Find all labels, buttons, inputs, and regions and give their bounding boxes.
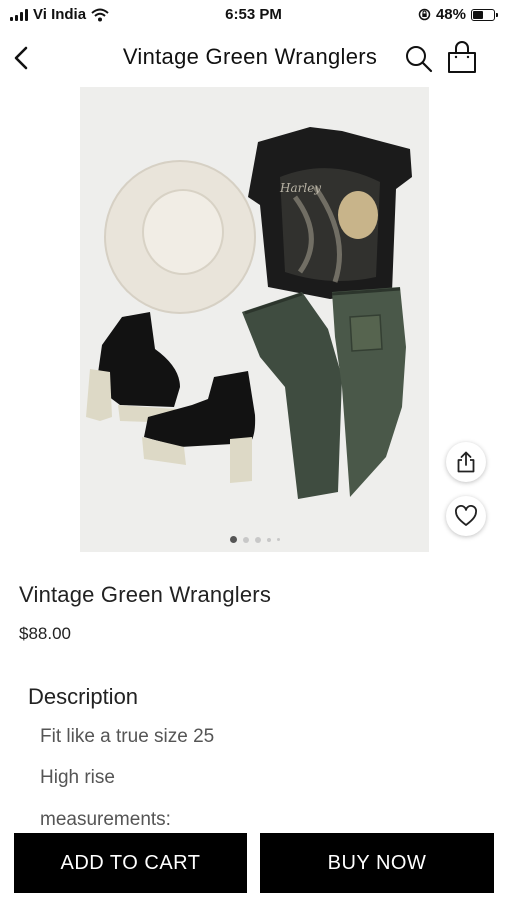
product-name: Vintage Green Wranglers [19, 582, 272, 607]
share-icon [457, 451, 475, 473]
app-header: Vintage Green Wranglers [0, 34, 507, 84]
battery-icon [471, 8, 498, 21]
add-to-cart-button[interactable]: ADD TO CART [14, 833, 247, 893]
buy-now-button[interactable]: BUY NOW [260, 833, 494, 893]
status-bar: Vi India 6:53 PM 48% [0, 0, 507, 30]
description-line: High rise [40, 767, 115, 788]
orientation-lock-icon [418, 8, 431, 21]
description-heading: Description [28, 684, 139, 709]
product-image-carousel[interactable]: Harley [80, 87, 429, 552]
search-icon [406, 46, 433, 73]
cart-button[interactable] [444, 40, 480, 74]
battery-fill [473, 10, 483, 19]
carousel-dot[interactable] [266, 537, 271, 542]
carousel-dots [80, 536, 429, 543]
back-button[interactable] [8, 42, 36, 74]
status-right: 48% [418, 6, 498, 23]
carousel-dot[interactable] [254, 536, 261, 543]
battery-percent: 48% [435, 6, 466, 23]
shopping-bag-icon [448, 41, 476, 73]
share-button[interactable] [446, 442, 486, 482]
carousel-dot[interactable] [229, 536, 237, 543]
product-price: $88.00 [19, 624, 71, 643]
carousel-dot[interactable] [242, 536, 249, 543]
heart-icon [455, 505, 477, 526]
chevron-left-icon [14, 46, 28, 70]
bottom-action-bar: ADD TO CART BUY NOW [0, 826, 507, 900]
page-title: Vintage Green Wranglers [122, 44, 378, 69]
product-photo: Harley [80, 87, 429, 552]
description-line: Fit like a true size 25 [40, 726, 215, 747]
wishlist-button[interactable] [446, 496, 486, 536]
carousel-dot[interactable] [276, 538, 280, 541]
svg-text:Harley: Harley [279, 181, 321, 195]
search-button[interactable] [404, 42, 434, 74]
